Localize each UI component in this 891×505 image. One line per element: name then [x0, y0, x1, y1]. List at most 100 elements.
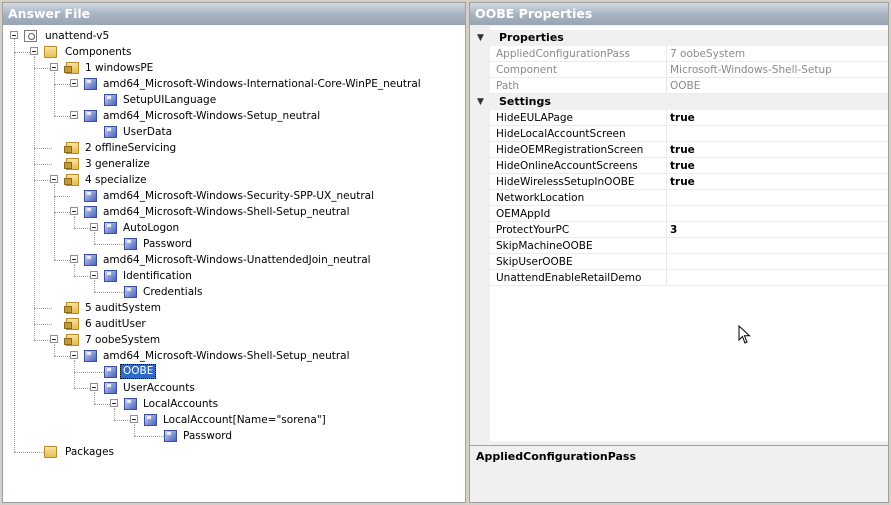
property-row[interactable]: HideOnlineAccountScreens true	[470, 158, 888, 174]
property-row[interactable]: SkipUserOOBE	[470, 254, 888, 270]
tree-node-label: amd64_Microsoft-Windows-Shell-Setup_neut…	[103, 350, 350, 362]
property-row[interactable]: HideLocalAccountScreen	[470, 126, 888, 142]
tree-node-label: Components	[65, 46, 132, 58]
component-icon	[124, 286, 137, 298]
tree-node-label: amd64_Microsoft-Windows-Security-SPP-UX_…	[103, 190, 375, 202]
config-pass-icon	[64, 142, 79, 154]
collapse-toggle[interactable]	[50, 335, 58, 343]
collapse-toggle[interactable]	[50, 63, 58, 71]
properties-pane: OOBE Properties ▼ Properties AppliedConf…	[469, 2, 889, 503]
tree-node-label: LocalAccount[Name="sorena"]	[163, 414, 326, 426]
component-icon	[84, 254, 97, 266]
component-icon	[104, 382, 117, 394]
property-row[interactable]: SkipMachineOOBE	[470, 238, 888, 254]
component-icon	[104, 222, 117, 234]
chevron-down-icon[interactable]: ▼	[477, 30, 484, 46]
tree-node-label: Password	[183, 430, 233, 442]
category-label: Properties	[499, 31, 564, 44]
tree-node-label: LocalAccounts	[143, 398, 219, 410]
property-value: OOBE	[670, 80, 701, 92]
collapse-toggle[interactable]	[130, 415, 138, 423]
property-name: NetworkLocation	[496, 190, 667, 206]
collapse-toggle[interactable]	[70, 255, 78, 263]
property-row[interactable]: Path OOBE	[470, 78, 888, 94]
collapse-toggle[interactable]	[10, 31, 18, 39]
component-icon	[124, 238, 137, 250]
tree-node-label: Packages	[65, 446, 114, 458]
property-row[interactable]: HideEULAPage true	[470, 110, 888, 126]
chevron-down-icon[interactable]: ▼	[477, 94, 484, 110]
property-row[interactable]: ProtectYourPC 3	[470, 222, 888, 238]
collapse-toggle[interactable]	[30, 47, 38, 55]
collapse-toggle[interactable]	[70, 111, 78, 119]
collapse-toggle[interactable]	[90, 383, 98, 391]
component-icon	[104, 270, 117, 282]
tree-node-label: Identification	[123, 270, 192, 282]
mouse-cursor-icon	[738, 325, 751, 344]
category-settings[interactable]: ▼ Settings	[470, 94, 888, 110]
collapse-toggle[interactable]	[90, 223, 98, 231]
tree-node-label: 2 offlineServicing	[85, 142, 177, 154]
tree-node-label: 7 oobeSystem	[85, 334, 161, 346]
component-icon	[104, 366, 117, 378]
property-name: HideLocalAccountScreen	[496, 126, 667, 142]
config-pass-icon	[64, 174, 79, 186]
collapse-toggle[interactable]	[70, 79, 78, 87]
property-value: 7 oobeSystem	[670, 48, 746, 60]
property-row[interactable]: UnattendEnableRetailDemo	[470, 270, 888, 286]
tree-node-label: 1 windowsPE	[85, 62, 154, 74]
property-row[interactable]: Component Microsoft-Windows-Shell-Setup	[470, 62, 888, 78]
collapse-toggle[interactable]	[70, 351, 78, 359]
folder-icon	[44, 446, 57, 458]
collapse-toggle[interactable]	[50, 175, 58, 183]
answer-file-header: Answer File	[3, 3, 465, 25]
property-value[interactable]: true	[670, 158, 695, 174]
tree-node-label: OOBE	[120, 364, 157, 379]
config-pass-icon	[64, 334, 79, 346]
config-pass-icon	[64, 62, 79, 74]
property-value[interactable]: true	[670, 142, 695, 158]
answer-file-tree[interactable]: unattend-v5 Components 1 windowsPE amd64…	[3, 26, 465, 502]
property-name: HideOEMRegistrationScreen	[496, 142, 667, 158]
category-properties[interactable]: ▼ Properties	[470, 30, 888, 46]
tree-node-label: Credentials	[143, 286, 203, 298]
property-name: HideOnlineAccountScreens	[496, 158, 667, 174]
tree-node-label: amd64_Microsoft-Windows-Shell-Setup_neut…	[103, 206, 350, 218]
component-icon	[84, 350, 97, 362]
property-value[interactable]: true	[670, 110, 695, 126]
component-icon	[84, 190, 97, 202]
property-row[interactable]: NetworkLocation	[470, 190, 888, 206]
property-row[interactable]: HideOEMRegistrationScreen true	[470, 142, 888, 158]
tree-node-label: UserData	[123, 126, 173, 138]
property-name: HideEULAPage	[496, 110, 667, 126]
config-pass-icon	[64, 302, 79, 314]
property-name: Component	[496, 62, 667, 78]
property-name: SkipUserOOBE	[496, 254, 667, 270]
property-value: Microsoft-Windows-Shell-Setup	[670, 64, 832, 76]
property-row[interactable]: HideWirelessSetupInOOBE true	[470, 174, 888, 190]
component-icon	[104, 126, 117, 138]
config-pass-icon	[64, 158, 79, 170]
tree-node-label: 3 generalize	[85, 158, 150, 170]
description-panel: AppliedConfigurationPass	[470, 445, 888, 502]
collapse-toggle[interactable]	[70, 207, 78, 215]
component-icon	[124, 398, 137, 410]
tree-node-label: amd64_Microsoft-Windows-UnattendedJoin_n…	[103, 254, 371, 266]
tree-node-label: 6 auditUser	[85, 318, 146, 330]
collapse-toggle[interactable]	[110, 399, 118, 407]
property-row[interactable]: OEMAppId	[470, 206, 888, 222]
tree-node-label: 5 auditSystem	[85, 302, 161, 314]
tree-node-label: UserAccounts	[123, 382, 195, 394]
collapse-toggle[interactable]	[90, 271, 98, 279]
property-value[interactable]: true	[670, 174, 695, 190]
property-grid[interactable]: ▼ Properties AppliedConfigurationPass 7 …	[470, 26, 888, 441]
folder-icon	[44, 46, 57, 58]
component-icon	[84, 110, 97, 122]
property-row[interactable]: AppliedConfigurationPass 7 oobeSystem	[470, 46, 888, 62]
property-value[interactable]: 3	[670, 222, 677, 238]
answer-file-pane: Answer File unattend-v5 Components 1 win…	[2, 2, 466, 503]
property-name: SkipMachineOOBE	[496, 238, 667, 254]
property-name: HideWirelessSetupInOOBE	[496, 174, 667, 190]
component-icon	[84, 78, 97, 90]
tree-node-label: AutoLogon	[123, 222, 180, 234]
